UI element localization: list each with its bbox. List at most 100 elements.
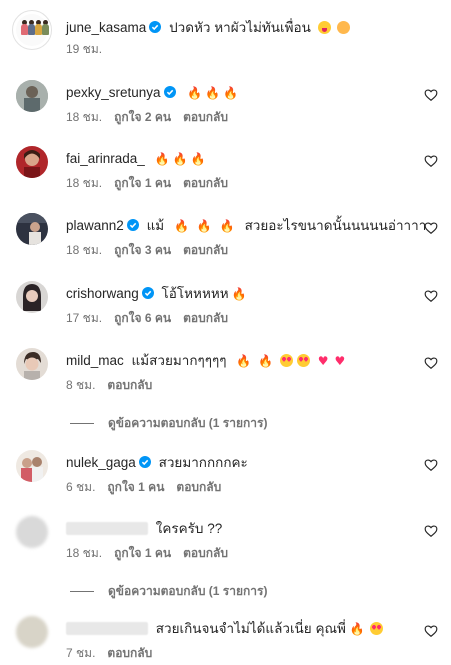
comment-time: 8 ชม.	[66, 378, 96, 392]
comment-text: สวยอะไรขนาดนั้นนนนนอ่าาาา	[244, 218, 427, 233]
heart-like-icon[interactable]	[424, 154, 438, 168]
heart-like-icon[interactable]	[424, 624, 438, 638]
reply-button[interactable]: ตอบกลับ	[183, 546, 228, 560]
reply-button[interactable]: ตอบกลับ	[183, 311, 228, 325]
comment-row: mild_mac แม้สวยมากๆๆๆๆ 🔥 🔥 ♥ ♥ 8 ชม. ตอบกลั…	[0, 348, 451, 398]
comment-text: สวยเกินจนจำไม่ได้แล้วเนี่ย คุณพี่	[155, 621, 346, 636]
comment-line: crishorwang โอ้โหหหหห 🔥	[66, 285, 247, 303]
comment-meta: 7 ชม. ตอบกลับ	[66, 645, 164, 661]
comment-avatar[interactable]	[16, 450, 48, 482]
pink-heart-emoji-icon: ♥	[334, 354, 346, 368]
comment-time: 18 ชม.	[66, 243, 103, 257]
heart-like-icon[interactable]	[424, 356, 438, 370]
reply-button[interactable]: ตอบกลับ	[107, 378, 152, 392]
caption-meta: 19 ชม.	[66, 41, 114, 57]
fire-emoji-icon: 🔥	[236, 354, 252, 368]
post-caption: june_kasama ปวดหัว หาผัวไม่ทันเพื่อน 19 …	[12, 10, 442, 60]
reply-button[interactable]: ตอบกลับ	[183, 243, 228, 257]
comment-meta: 18 ชม. ถูกใจ 2 คน ตอบกลับ	[66, 109, 240, 125]
comment-username[interactable]: nulek_gaga	[66, 455, 136, 470]
caption-username[interactable]: june_kasama	[66, 20, 146, 35]
heart-eyes-emoji-icon	[279, 354, 293, 367]
comment-meta: 18 ชม. ถูกใจ 1 คน ตอบกลับ	[66, 175, 240, 191]
comment-username[interactable]: plawann2	[66, 218, 124, 233]
reply-button[interactable]: ตอบกลับ	[183, 110, 228, 124]
verified-badge-icon	[149, 21, 162, 33]
comment-avatar[interactable]	[16, 516, 48, 548]
fire-emoji-icon: 🔥	[258, 354, 274, 368]
comment-likes[interactable]: ถูกใจ 1 คน	[107, 480, 164, 494]
comment-avatar[interactable]	[16, 348, 48, 380]
heart-eyes-emoji-icon	[369, 622, 383, 635]
comment-username[interactable]: crishorwang	[66, 286, 139, 301]
comment-meta: 8 ชม. ตอบกลับ	[66, 377, 164, 393]
comment-avatar[interactable]	[16, 80, 48, 112]
heart-like-icon[interactable]	[424, 458, 438, 472]
comment-row: pexky_sretunya 🔥 🔥 🔥 18 ชม. ถูกใจ 2 คน ตอบกล…	[0, 80, 451, 130]
fire-emoji-icon: 🔥	[219, 219, 235, 233]
reply-button[interactable]: ตอบกลับ	[107, 646, 152, 660]
comment-text: แม้สวยมากๆๆๆๆ	[131, 353, 227, 368]
comment-row: crishorwang โอ้โหหหหห 🔥 17 ชม. ถูกใจ 6 คน ต…	[0, 281, 451, 331]
comment-meta: 18 ชม. ถูกใจ 3 คน ตอบกลับ	[66, 242, 240, 258]
comment-time: 17 ชม.	[66, 311, 103, 325]
comment-username[interactable]: mild_mac	[66, 353, 124, 368]
heart-eyes-emoji-icon	[296, 354, 310, 367]
comment-meta: 18 ชม. ถูกใจ 1 คน ตอบกลับ	[66, 545, 240, 561]
fire-emoji-icon: 🔥	[205, 86, 221, 100]
comment-likes[interactable]: ถูกใจ 6 คน	[114, 311, 171, 325]
fire-emoji-icon: 🔥	[173, 219, 189, 233]
comment-avatar[interactable]	[16, 146, 48, 178]
verified-badge-icon	[138, 456, 151, 468]
comment-text: แม้	[146, 218, 165, 233]
comment-username[interactable]: fai_arinrada_	[66, 151, 145, 166]
caption-time: 19 ชม.	[66, 42, 103, 56]
fire-emoji-icon: 🔥	[187, 86, 203, 100]
comment-line: plawann2 แม้ 🔥 🔥 🔥 สวยอะไรขนาดนั้นนนนนอ่าา…	[66, 217, 426, 235]
comment-time: 6 ชม.	[66, 480, 96, 494]
reply-button[interactable]: ตอบกลับ	[176, 480, 221, 494]
heart-like-icon[interactable]	[424, 88, 438, 102]
heart-like-icon[interactable]	[424, 524, 438, 538]
comment-text: ใครครับ ??	[155, 521, 223, 536]
comment-likes[interactable]: ถูกใจ 1 คน	[114, 176, 171, 190]
fire-emoji-icon: 🔥	[154, 152, 170, 166]
comment-likes[interactable]: ถูกใจ 2 คน	[114, 110, 171, 124]
comment-likes[interactable]: ถูกใจ 1 คน	[114, 546, 171, 560]
comment-line: mild_mac แม้สวยมากๆๆๆๆ 🔥 🔥 ♥ ♥	[66, 352, 345, 370]
fire-emoji-icon: 🔥	[190, 152, 206, 166]
comment-line: pexky_sretunya 🔥 🔥 🔥	[66, 84, 238, 102]
comment-avatar[interactable]	[16, 213, 48, 245]
view-replies-button[interactable]: ดูข้อความตอบกลับ (1 รายการ)	[70, 582, 267, 601]
fire-emoji-icon: 🔥	[172, 152, 188, 166]
caption-line: june_kasama ปวดหัว หาผัวไม่ทันเพื่อน	[66, 19, 351, 37]
face-tongue-emoji-icon	[317, 21, 331, 34]
comment-row: plawann2 แม้ 🔥 🔥 🔥 สวยอะไรขนาดนั้นนนนนอ่าา…	[0, 213, 451, 263]
comment-time: 7 ชม.	[66, 646, 96, 660]
reply-button[interactable]: ตอบกลับ	[183, 176, 228, 190]
comment-time: 18 ชม.	[66, 110, 103, 124]
comment-meta: 17 ชม. ถูกใจ 6 คน ตอบกลับ	[66, 310, 240, 326]
comment-text: โอ้โหหหหห	[161, 286, 229, 301]
blurred-username[interactable]	[66, 522, 148, 535]
comment-meta: 6 ชม. ถูกใจ 1 คน ตอบกลับ	[66, 479, 233, 495]
blurred-username[interactable]	[66, 622, 148, 635]
fire-emoji-icon: 🔥	[223, 86, 239, 100]
comment-avatar[interactable]	[16, 616, 48, 648]
comment-avatar[interactable]	[16, 281, 48, 313]
comment-line: nulek_gaga สวยมากกกกคะ	[66, 454, 248, 472]
comment-text: สวยมากกกกคะ	[158, 455, 248, 470]
comment-line: สวยเกินจนจำไม่ได้แล้วเนี่ย คุณพี่ 🔥	[66, 620, 383, 638]
comment-username[interactable]: pexky_sretunya	[66, 85, 161, 100]
fire-emoji-icon: 🔥	[231, 287, 247, 301]
comment-row: สวยเกินจนจำไม่ได้แล้วเนี่ย คุณพี่ 🔥 7 ชม.…	[0, 616, 451, 665]
comment-row: nulek_gaga สวยมากกกกคะ 6 ชม. ถูกใจ 1 คน ตอ…	[0, 450, 451, 500]
comment-line: fai_arinrada_ 🔥 🔥 🔥	[66, 150, 205, 168]
pink-heart-emoji-icon: ♥	[317, 354, 329, 368]
heart-like-icon[interactable]	[424, 221, 438, 235]
verified-badge-icon	[126, 219, 139, 231]
view-replies-button[interactable]: ดูข้อความตอบกลับ (1 รายการ)	[70, 414, 267, 433]
heart-like-icon[interactable]	[424, 289, 438, 303]
comment-likes[interactable]: ถูกใจ 3 คน	[114, 243, 171, 257]
caption-avatar[interactable]	[12, 10, 52, 50]
